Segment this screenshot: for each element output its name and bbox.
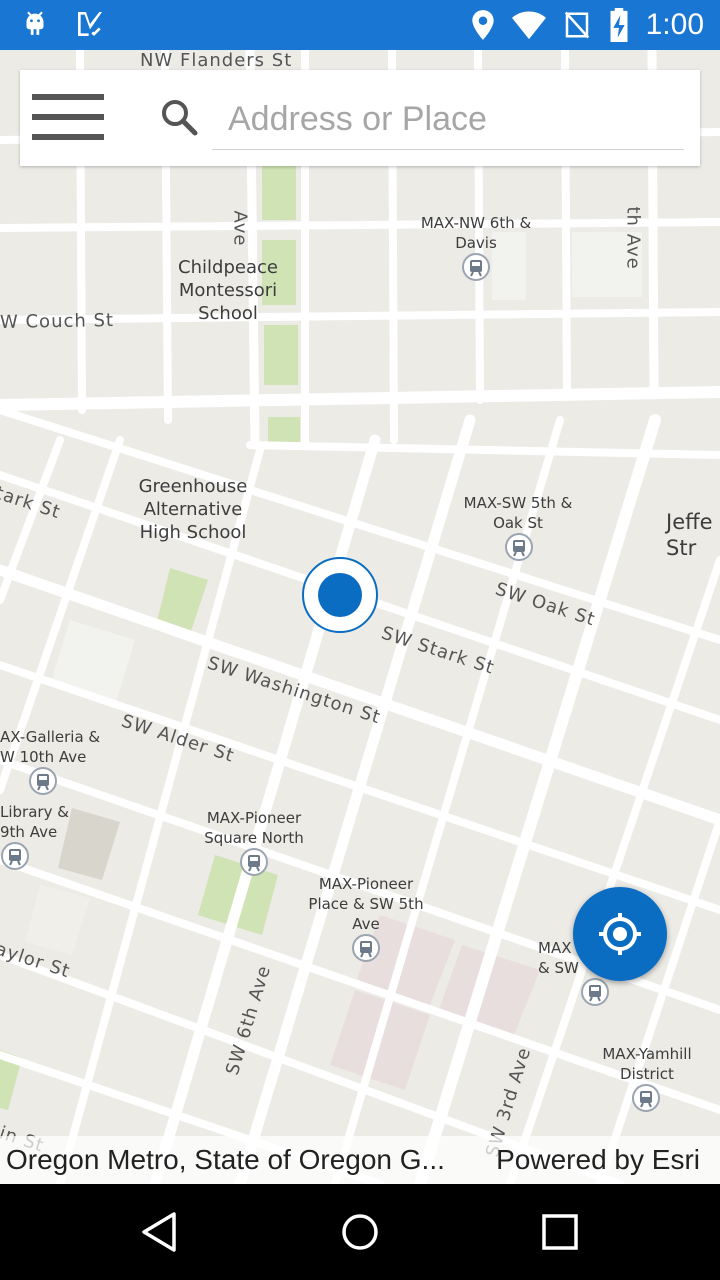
- place-childpeace-school: Childpeace Montessori School: [178, 257, 278, 324]
- place-jefferson-street: Jeffe Str: [666, 510, 713, 560]
- navigation-bar: [0, 1184, 720, 1280]
- location-pin-icon: [471, 10, 494, 40]
- tram-icon[interactable]: [0, 841, 30, 871]
- search-input[interactable]: [212, 90, 684, 150]
- powered-by-esri: Powered by Esri: [496, 1144, 700, 1175]
- status-bar: 1:00: [0, 0, 720, 50]
- street-label-nw-flanders: NW Flanders St: [140, 50, 293, 71]
- station-label: MAX-Yamhill District: [602, 1045, 692, 1083]
- tram-icon[interactable]: [461, 252, 491, 282]
- locate-me-button[interactable]: [573, 887, 667, 981]
- hamburger-menu-icon[interactable]: [30, 92, 106, 144]
- clock: 1:00: [645, 8, 704, 41]
- checklist-icon: [78, 12, 102, 36]
- station-label: AX-Galleria & W 10th Ave: [0, 728, 101, 766]
- current-location-marker: [302, 557, 378, 633]
- tram-icon[interactable]: [504, 532, 534, 562]
- place-greenhouse-school: Greenhouse Alternative High School: [138, 476, 248, 543]
- tram-icon[interactable]: [351, 933, 381, 963]
- search-icon: [162, 100, 198, 136]
- tram-icon[interactable]: [580, 977, 610, 1007]
- station-label: MAX-SW 5th & Oak St: [463, 494, 573, 532]
- back-icon[interactable]: [136, 1208, 184, 1256]
- wifi-icon: [511, 11, 546, 40]
- battery-charging-icon: [610, 8, 628, 42]
- tram-icon[interactable]: [239, 847, 269, 877]
- station-label: MAX-Pioneer Square North: [204, 809, 304, 847]
- tram-icon[interactable]: [631, 1083, 661, 1113]
- station-label: MAX-NW 6th & Davis: [420, 214, 532, 252]
- tram-icon[interactable]: [28, 766, 58, 796]
- station-label: Library & 9th Ave: [0, 803, 69, 841]
- android-icon: [26, 11, 44, 35]
- street-label-w-couch: W Couch St: [0, 310, 115, 333]
- street-label-th-ave: th Ave: [622, 206, 644, 270]
- street-label-ave-north: Ave: [229, 210, 251, 247]
- station-label: MAX-Pioneer Place & SW 5th Ave: [308, 875, 424, 933]
- home-icon[interactable]: [336, 1208, 384, 1256]
- search-bar: [20, 70, 700, 166]
- crosshair-icon: [599, 913, 641, 955]
- attribution-bar: Oregon Metro, State of Oregon G... Power…: [0, 1136, 720, 1184]
- no-signal-icon: [564, 11, 589, 39]
- attribution-source[interactable]: Oregon Metro, State of Oregon G...: [6, 1144, 466, 1176]
- recents-icon[interactable]: [536, 1208, 584, 1256]
